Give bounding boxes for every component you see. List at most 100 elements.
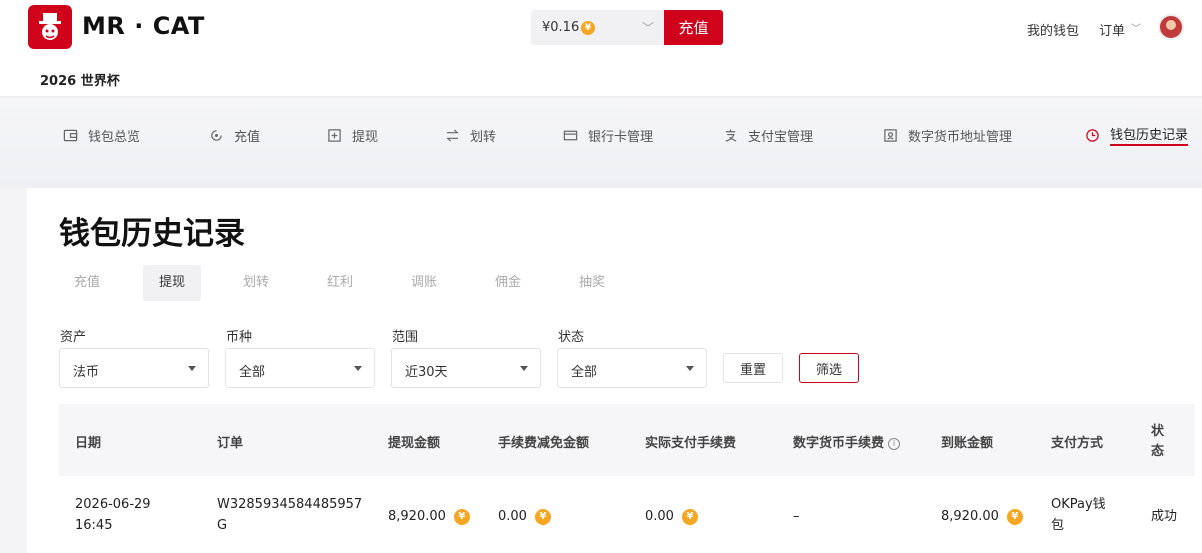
nav-label: 划转: [470, 129, 497, 145]
caret-down-icon: [354, 366, 362, 371]
filter-button[interactable]: 筛选: [799, 353, 859, 383]
caret-down-icon: [188, 366, 196, 371]
column-header-actual-fee: 实际支付手续费: [645, 436, 737, 451]
caret-down-icon: [520, 366, 528, 371]
cell-actual-fee-value: 0.00: [645, 509, 674, 524]
currency-filter-label: 币种: [226, 330, 253, 345]
balance-dropdown[interactable]: ¥0.16 ¥ ﹀: [531, 10, 664, 45]
column-header-order: 订单: [217, 436, 244, 451]
tab-transfer[interactable]: 划转: [227, 265, 285, 301]
cell-date-time: 16:45: [75, 518, 113, 533]
asset-select[interactable]: 法币: [59, 348, 209, 388]
orders-menu[interactable]: 订单: [1099, 20, 1125, 39]
cell-order[interactable]: W3285934584485957 G: [217, 494, 362, 536]
table-row: 2026-06-29 16:45 W3285934584485957 G 8,9…: [59, 476, 1195, 553]
crypto-address-icon: [882, 127, 898, 143]
column-header-crypto-fee: 数字货币手续费 i: [793, 432, 901, 451]
event-subtitle: 2026 世界杯: [40, 74, 120, 89]
range-select-value: 近30天: [405, 365, 448, 380]
tab-adjustment[interactable]: 调账: [395, 265, 453, 301]
nav-item-wallet-history[interactable]: 钱包历史记录: [1084, 124, 1189, 146]
nav-label: 银行卡管理: [588, 129, 654, 145]
cell-amount: 8,920.00 ¥: [388, 506, 470, 527]
history-clock-icon: [1084, 127, 1100, 143]
bank-card-icon: [562, 127, 578, 143]
nav-item-transfer[interactable]: 划转: [444, 124, 496, 146]
nav-label: 数字货币地址管理: [908, 129, 1013, 145]
balance-amount: ¥0.16: [542, 20, 580, 35]
tab-commission[interactable]: 佣金: [479, 265, 537, 301]
nav-label: 钱包历史记录: [1110, 124, 1189, 146]
column-header-date: 日期: [75, 436, 102, 451]
table-header: 日期 订单 提现金额 手续费减免金额 实际支付手续费 数字货币手续费 i 到账金额…: [59, 404, 1195, 476]
coin-icon: ¥: [581, 21, 595, 35]
status-select[interactable]: 全部: [557, 348, 707, 388]
tab-bonus[interactable]: 红利: [311, 265, 369, 301]
wallet-icon: [62, 127, 78, 143]
coin-icon: ¥: [453, 508, 470, 525]
nav-label: 钱包总览: [88, 129, 141, 145]
recharge-button[interactable]: 充值: [664, 10, 723, 45]
page-title: 钱包历史记录: [59, 216, 245, 252]
nav-item-bank-card[interactable]: 银行卡管理: [562, 124, 653, 146]
alipay-icon: [722, 127, 738, 143]
brand-name: MR · CAT: [82, 12, 205, 40]
coin-icon: ¥: [681, 508, 698, 525]
column-header-status: 状态: [1151, 424, 1165, 459]
tab-withdraw[interactable]: 提现: [143, 265, 202, 301]
nav-label: 支付宝管理: [748, 129, 814, 145]
nav-item-recharge[interactable]: 充值: [208, 124, 260, 146]
chevron-down-icon: ﹀: [1131, 24, 1141, 35]
reset-button[interactable]: 重置: [723, 353, 783, 383]
caret-down-icon: [686, 366, 694, 371]
status-filter-label: 状态: [558, 330, 585, 345]
nav-label: 提现: [352, 129, 379, 145]
coin-icon: ¥: [534, 508, 551, 525]
my-wallet-link[interactable]: 我的钱包: [1027, 20, 1079, 39]
cat-hat-logo-icon: [39, 13, 61, 40]
cell-received: 8,920.00 ¥: [941, 506, 1023, 527]
nav-item-withdraw[interactable]: 提现: [326, 124, 378, 146]
recharge-icon: [208, 127, 224, 143]
user-avatar[interactable]: [1158, 14, 1184, 40]
wallet-nav: 钱包总览 充值 提现 划转 银行卡管理 支付宝管理 数字货币地址管理 钱包历史记…: [0, 98, 1202, 188]
column-header-received: 到账金额: [941, 436, 994, 451]
cell-date: 2026-06-29 16:45: [75, 494, 151, 536]
cell-method-line2: 包: [1051, 518, 1065, 533]
cell-fee-waiver: 0.00 ¥: [498, 506, 551, 527]
nav-label: 充值: [234, 129, 261, 145]
nav-item-alipay[interactable]: 支付宝管理: [722, 124, 813, 146]
column-header-method: 支付方式: [1051, 436, 1104, 451]
cell-date-day: 2026-06-29: [75, 497, 151, 512]
nav-item-wallet-overview[interactable]: 钱包总览: [62, 124, 140, 146]
tab-lottery[interactable]: 抽奖: [563, 265, 621, 301]
nav-item-crypto-address[interactable]: 数字货币地址管理: [882, 124, 1012, 146]
cell-crypto-fee: –: [793, 509, 800, 524]
info-icon[interactable]: i: [888, 437, 901, 450]
cell-fee-waiver-value: 0.00: [498, 509, 527, 524]
asset-select-value: 法币: [73, 365, 100, 380]
top-header: MR · CAT 2026 世界杯 ¥0.16 ¥ ﹀ 充值 我的钱包 订单 ﹀: [0, 0, 1202, 97]
history-panel: 钱包历史记录 充值 提现 划转 红利 调账 佣金 抽奖 资产 法币 币种 全部 …: [27, 188, 1202, 553]
cell-amount-value: 8,920.00: [388, 509, 446, 524]
currency-select[interactable]: 全部: [225, 348, 375, 388]
cell-order-id-suffix: G: [217, 518, 228, 533]
tab-recharge[interactable]: 充值: [58, 265, 116, 301]
column-header-crypto-fee-label: 数字货币手续费: [793, 436, 885, 451]
withdraw-icon: [326, 127, 342, 143]
cell-order-id: W3285934584485957: [217, 497, 363, 512]
cell-actual-fee: 0.00 ¥: [645, 506, 698, 527]
currency-select-value: 全部: [239, 365, 266, 380]
chevron-down-icon: ﹀: [641, 21, 654, 35]
brand-logo[interactable]: [28, 5, 72, 49]
range-select[interactable]: 近30天: [391, 348, 541, 388]
column-header-amount: 提现金额: [388, 436, 441, 451]
range-filter-label: 范围: [392, 330, 419, 345]
transfer-icon: [444, 127, 460, 143]
cell-status: 成功: [1151, 509, 1178, 524]
asset-filter-label: 资产: [60, 330, 87, 345]
coin-icon: ¥: [1006, 508, 1023, 525]
column-header-fee-waiver: 手续费减免金额: [498, 436, 590, 451]
cell-received-value: 8,920.00: [941, 509, 999, 524]
status-select-value: 全部: [571, 365, 598, 380]
